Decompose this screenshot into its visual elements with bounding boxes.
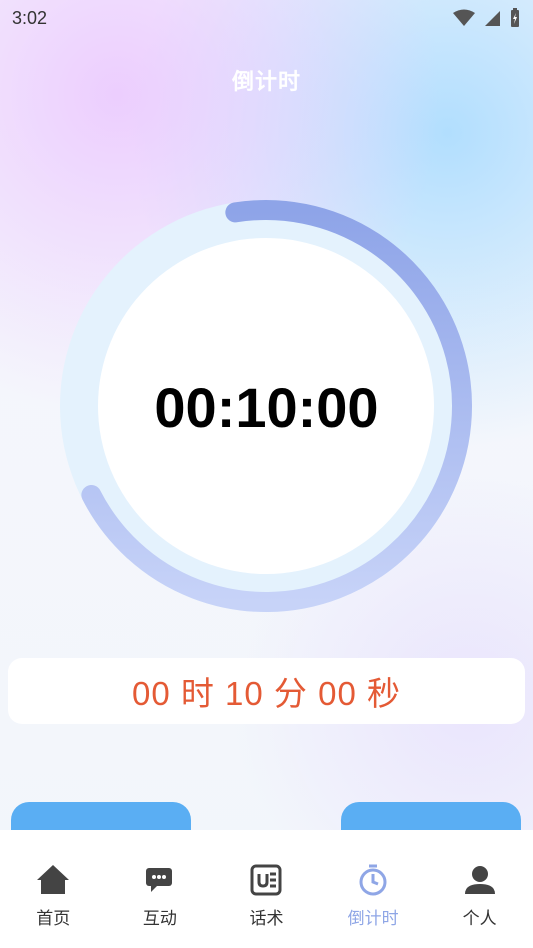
countdown-time: 00:10:00 [154,376,379,439]
person-icon [464,866,495,894]
nav-item-script[interactable]: 话术 [213,860,319,929]
nav-label-countdown: 倒计时 [347,909,399,928]
bottom-nav: 首页 互动 话术 倒计时 个人 [0,830,533,948]
status-bar: 3:02 [0,0,533,36]
timer-icon [359,864,387,896]
nav-item-countdown[interactable]: 倒计时 [320,860,426,929]
script-icon [250,864,282,896]
wifi-icon [453,9,475,26]
chat-icon [145,868,172,892]
home-icon [37,865,70,894]
nav-item-interact[interactable]: 互动 [107,860,213,929]
nav-label-profile: 个人 [462,909,497,928]
nav-label-script: 话术 [249,909,284,928]
time-detail-text: 00 时 10 分 00 秒 [132,675,401,712]
nav-item-profile[interactable]: 个人 [427,860,533,929]
nav-label-interact: 互动 [142,909,177,928]
status-time: 3:02 [12,7,48,28]
signal-icon [485,11,500,26]
time-detail-card: 00 时 10 分 00 秒 [8,658,525,724]
page-title: 倒计时 [231,69,301,94]
nav-item-home[interactable]: 首页 [0,860,106,929]
status-icons [453,8,521,28]
battery-icon [511,8,519,27]
nav-label-home: 首页 [36,909,71,928]
